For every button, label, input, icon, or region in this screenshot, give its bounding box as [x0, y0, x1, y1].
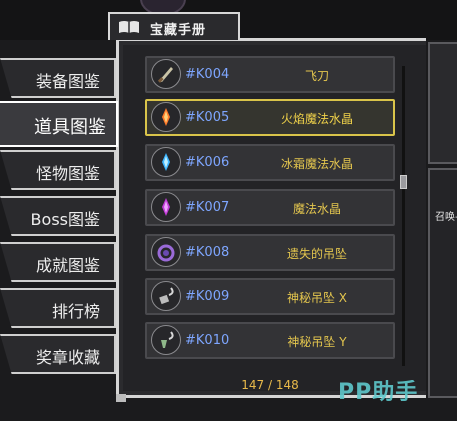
- panel-corner: [116, 394, 126, 402]
- detail-preview-panel: [428, 42, 457, 164]
- list-item[interactable]: #K007 魔法水晶: [145, 189, 395, 226]
- scrollbar-track[interactable]: [402, 66, 405, 366]
- menu-item-medals[interactable]: 奖章收藏: [0, 334, 116, 374]
- watermark: PP助手: [338, 380, 419, 405]
- list-item[interactable]: #K006 冰霜魔法水晶: [145, 144, 395, 181]
- magic-crystal-icon: [151, 192, 181, 222]
- detail-label: 召唤-: [435, 212, 457, 223]
- menu-item-equipment[interactable]: 装备图鉴: [0, 58, 116, 98]
- book-icon: [118, 19, 140, 39]
- game-screen: 宝藏手册 召唤- 装备图鉴 道具图鉴 怪物图鉴 Boss图鉴 成就图鉴 排行榜 …: [0, 0, 457, 421]
- menu-item-leaderboard[interactable]: 排行榜: [0, 288, 116, 328]
- pendant-y-icon: [151, 325, 181, 355]
- menu-item-monsters[interactable]: 怪物图鉴: [0, 150, 116, 190]
- collection-progress: 147 / 148: [241, 378, 299, 392]
- handbook-title-tab: 宝藏手册: [108, 12, 240, 40]
- list-item[interactable]: #K004 飞刀: [145, 56, 395, 93]
- menu-item-items[interactable]: 道具图鉴: [0, 101, 118, 147]
- menu-item-achievements[interactable]: 成就图鉴: [0, 242, 116, 282]
- fire-crystal-icon: [151, 102, 181, 132]
- list-item[interactable]: #K009 神秘吊坠 X: [145, 278, 395, 315]
- list-item[interactable]: #K005 火焰魔法水晶: [145, 99, 395, 136]
- scrollbar-thumb[interactable]: [400, 175, 407, 189]
- menu-item-boss[interactable]: Boss图鉴: [0, 196, 116, 236]
- lost-pendant-icon: [151, 237, 181, 267]
- list-item[interactable]: #K010 神秘吊坠 Y: [145, 322, 395, 359]
- page-title: 宝藏手册: [150, 23, 207, 38]
- ice-crystal-icon: [151, 147, 181, 177]
- knife-icon: [151, 59, 181, 89]
- detail-info-panel: 召唤-: [428, 168, 457, 398]
- list-item[interactable]: #K008 遗失的吊坠: [145, 234, 395, 271]
- pendant-x-icon: [151, 281, 181, 311]
